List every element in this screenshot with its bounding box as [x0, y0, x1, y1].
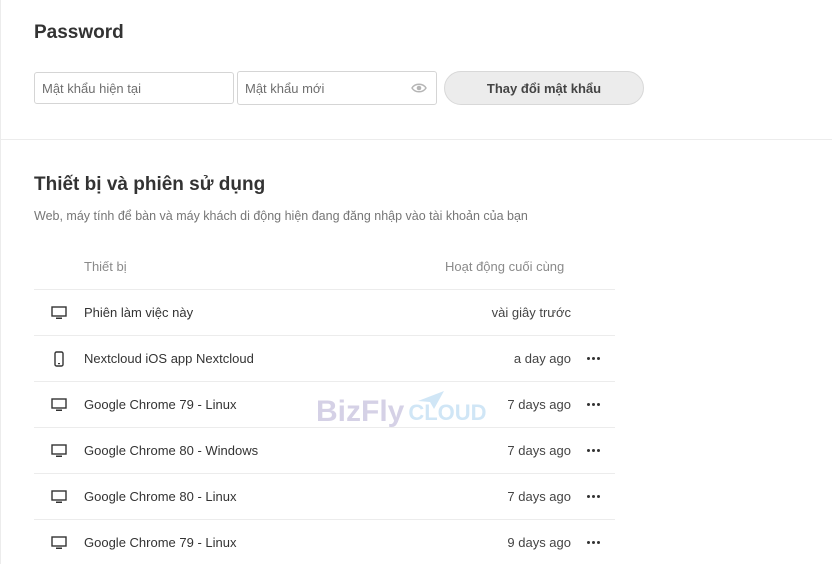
table-row: Phiên làm việc này vài giây trước	[34, 290, 615, 336]
change-password-button[interactable]: Thay đổi mật khẩu	[444, 71, 644, 105]
devices-title: Thiết bị và phiên sử dụng	[34, 174, 266, 195]
table-row: Google Chrome 80 - Linux 7 days ago	[34, 474, 615, 520]
device-name: Google Chrome 80 - Linux	[84, 489, 237, 504]
password-title: Password	[34, 22, 124, 43]
device-name: Nextcloud iOS app Nextcloud	[84, 351, 254, 366]
table-header: Thiết bị Hoạt động cuối cùng	[34, 244, 615, 290]
desktop-icon	[51, 397, 67, 412]
devices-table: Thiết bị Hoạt động cuối cùng Phiên làm v…	[34, 244, 615, 564]
more-actions-icon[interactable]	[583, 353, 604, 364]
desktop-icon	[51, 305, 67, 320]
device-name: Google Chrome 80 - Windows	[84, 443, 259, 458]
password-section: Password Thay đổi mật khẩu	[1, 0, 832, 140]
device-name: Google Chrome 79 - Linux	[84, 397, 237, 412]
column-device: Thiết bị	[84, 259, 127, 274]
new-password-input[interactable]	[237, 71, 437, 105]
more-actions-icon[interactable]	[583, 399, 604, 410]
devices-section: Thiết bị và phiên sử dụng Web, máy tính …	[1, 140, 832, 564]
more-actions-icon[interactable]	[583, 491, 604, 502]
desktop-icon	[51, 489, 67, 504]
devices-description: Web, máy tính để bàn và máy khách di độn…	[34, 209, 528, 223]
current-password-input[interactable]	[34, 72, 234, 104]
last-activity: 7 days ago	[507, 489, 571, 504]
last-activity: 7 days ago	[507, 397, 571, 412]
settings-page: Password Thay đổi mật khẩu Thiết bị và p…	[0, 0, 832, 564]
eye-icon[interactable]	[411, 81, 427, 95]
table-row: Google Chrome 79 - Linux 7 days ago	[34, 382, 615, 428]
last-activity: vài giây trước	[491, 305, 571, 320]
last-activity: a day ago	[513, 351, 571, 366]
desktop-icon	[51, 535, 67, 550]
desktop-icon	[51, 443, 67, 458]
device-name: Google Chrome 79 - Linux	[84, 535, 237, 550]
table-row: Google Chrome 80 - Windows 7 days ago	[34, 428, 615, 474]
last-activity: 7 days ago	[507, 443, 571, 458]
table-row: Google Chrome 79 - Linux 9 days ago	[34, 520, 615, 564]
new-password-wrapper	[237, 71, 437, 105]
device-name: Phiên làm việc này	[84, 305, 194, 320]
last-activity: 9 days ago	[507, 535, 571, 550]
password-form: Thay đổi mật khẩu	[34, 71, 832, 105]
more-actions-icon[interactable]	[583, 537, 604, 548]
phone-icon	[54, 350, 64, 367]
more-actions-icon[interactable]	[583, 445, 604, 456]
column-last-activity: Hoạt động cuối cùng	[445, 259, 565, 274]
table-body: Phiên làm việc này vài giây trước Nextclou…	[34, 290, 615, 564]
table-row: Nextcloud iOS app Nextcloud a day ago	[34, 336, 615, 382]
